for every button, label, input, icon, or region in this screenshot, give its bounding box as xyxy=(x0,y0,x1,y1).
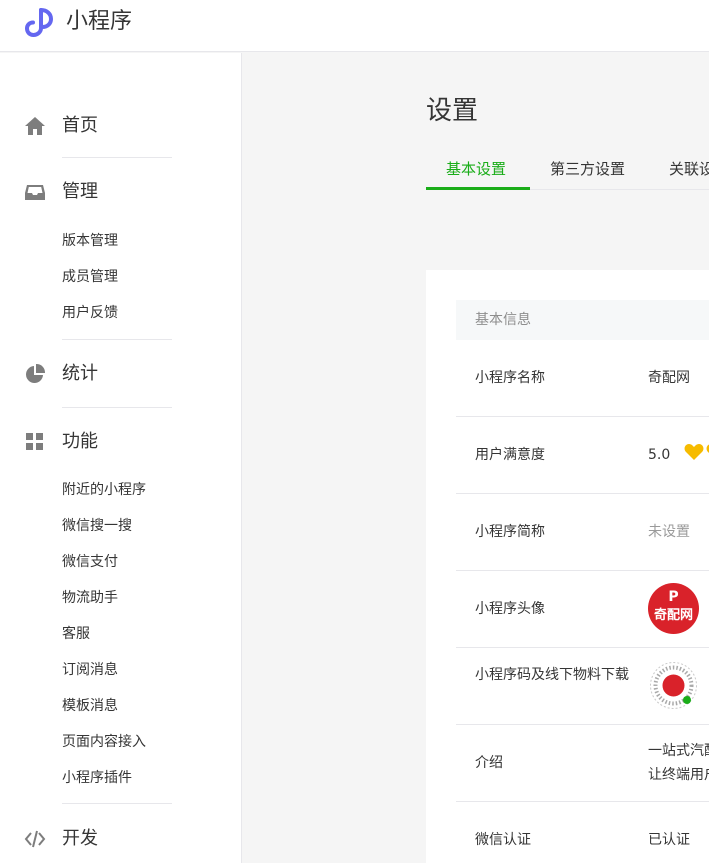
divider xyxy=(62,407,172,408)
setting-value: 未设置 xyxy=(648,524,690,540)
sidebar-item-stats[interactable]: 统计 xyxy=(24,362,98,386)
sidebar-subitem-members[interactable]: 成员管理 xyxy=(62,267,118,287)
settings-card: 基本信息 小程序名称 奇配网 用户满意度 5.0 小程序简称 未设置 小程序头像… xyxy=(426,270,709,863)
rating-hearts xyxy=(684,443,709,461)
setting-label: 小程序头像 xyxy=(475,601,545,617)
setting-label: 小程序码及线下物料下载 xyxy=(475,667,629,683)
sidebar-item-manage[interactable]: 管理 xyxy=(24,180,98,204)
setting-row-satisfaction: 用户满意度 5.0 xyxy=(456,417,709,494)
setting-value-line2: 让终端用户 xyxy=(648,767,709,783)
tab-third-party-settings[interactable]: 第三方设置 xyxy=(550,159,625,179)
sidebar-subitem-subscribe[interactable]: 订阅消息 xyxy=(62,660,118,680)
sidebar-subitem-plugin[interactable]: 小程序插件 xyxy=(62,768,132,788)
tab-basic-settings[interactable]: 基本设置 xyxy=(446,159,506,179)
setting-label: 小程序名称 xyxy=(475,370,545,386)
section-title: 基本信息 xyxy=(475,312,531,328)
setting-label: 介绍 xyxy=(475,755,503,771)
sidebar-subitem-logistics[interactable]: 物流助手 xyxy=(62,588,118,608)
sidebar-subitem-service[interactable]: 客服 xyxy=(62,624,90,644)
main-content: 设置 基本设置 第三方设置 关联设 基本信息 小程序名称 奇配网 用户满意度 5… xyxy=(243,53,709,863)
setting-row-short-name: 小程序简称 未设置 xyxy=(456,494,709,571)
top-bar: 小程序 xyxy=(0,0,709,52)
heart-icon xyxy=(684,444,704,460)
setting-label: 用户满意度 xyxy=(475,447,545,463)
sidebar-item-label: 统计 xyxy=(62,363,98,384)
sidebar-item-label: 管理 xyxy=(62,181,98,202)
page-title: 设置 xyxy=(426,96,479,126)
setting-value: 奇配网 xyxy=(648,370,690,386)
miniprogram-logo-icon[interactable] xyxy=(24,6,58,38)
avatar[interactable]: P 奇配网 xyxy=(648,583,699,634)
sidebar-item-label: 开发 xyxy=(62,828,98,849)
app-title[interactable]: 小程序 xyxy=(66,8,132,36)
setting-row-verification: 微信认证 已认证 xyxy=(456,802,709,863)
inbox-icon xyxy=(25,185,45,200)
pie-chart-icon xyxy=(26,363,46,383)
avatar-text: 奇配网 xyxy=(653,608,693,623)
divider xyxy=(62,339,172,340)
sidebar: 首页 管理 版本管理 成员管理 用户反馈 统计 功能 附近的小程序 微信搜一搜 … xyxy=(0,53,242,863)
settings-tabs: 基本设置 第三方设置 关联设 xyxy=(426,155,709,190)
sidebar-item-home[interactable]: 首页 xyxy=(24,114,98,138)
active-tab-indicator xyxy=(426,187,530,190)
section-header: 基本信息 xyxy=(456,300,709,340)
setting-row-name: 小程序名称 奇配网 xyxy=(456,340,709,417)
setting-label: 小程序简称 xyxy=(475,524,545,540)
setting-value-line1: 一站式汽配 xyxy=(648,743,709,759)
code-icon xyxy=(24,830,46,848)
home-icon xyxy=(25,117,45,135)
sidebar-subitem-version[interactable]: 版本管理 xyxy=(62,231,118,251)
sidebar-item-develop[interactable]: 开发 xyxy=(24,827,98,851)
setting-row-qrcode: 小程序码及线下物料下载 xyxy=(456,648,709,725)
setting-value: 已认证 xyxy=(648,832,690,848)
sidebar-item-features[interactable]: 功能 xyxy=(24,430,98,454)
divider xyxy=(62,803,172,804)
sidebar-item-label: 功能 xyxy=(62,431,98,452)
rating-value: 5.0 xyxy=(648,447,671,463)
avatar-letter: P xyxy=(668,589,679,605)
sidebar-subitem-template[interactable]: 模板消息 xyxy=(62,696,118,716)
sidebar-subitem-pay[interactable]: 微信支付 xyxy=(62,552,118,572)
setting-label: 微信认证 xyxy=(475,832,531,848)
setting-row-avatar: 小程序头像 P 奇配网 xyxy=(456,571,709,648)
sidebar-subitem-search[interactable]: 微信搜一搜 xyxy=(62,516,132,536)
sidebar-subitem-nearby[interactable]: 附近的小程序 xyxy=(62,480,146,500)
sidebar-subitem-feedback[interactable]: 用户反馈 xyxy=(62,303,118,323)
setting-row-intro: 介绍 一站式汽配 让终端用户 xyxy=(456,725,709,802)
qrcode-icon[interactable] xyxy=(648,660,699,711)
sidebar-item-label: 首页 xyxy=(62,115,98,136)
tab-related-settings[interactable]: 关联设 xyxy=(669,159,709,179)
grid-icon xyxy=(26,433,43,450)
sidebar-subitem-content[interactable]: 页面内容接入 xyxy=(62,732,146,752)
divider xyxy=(62,157,172,158)
